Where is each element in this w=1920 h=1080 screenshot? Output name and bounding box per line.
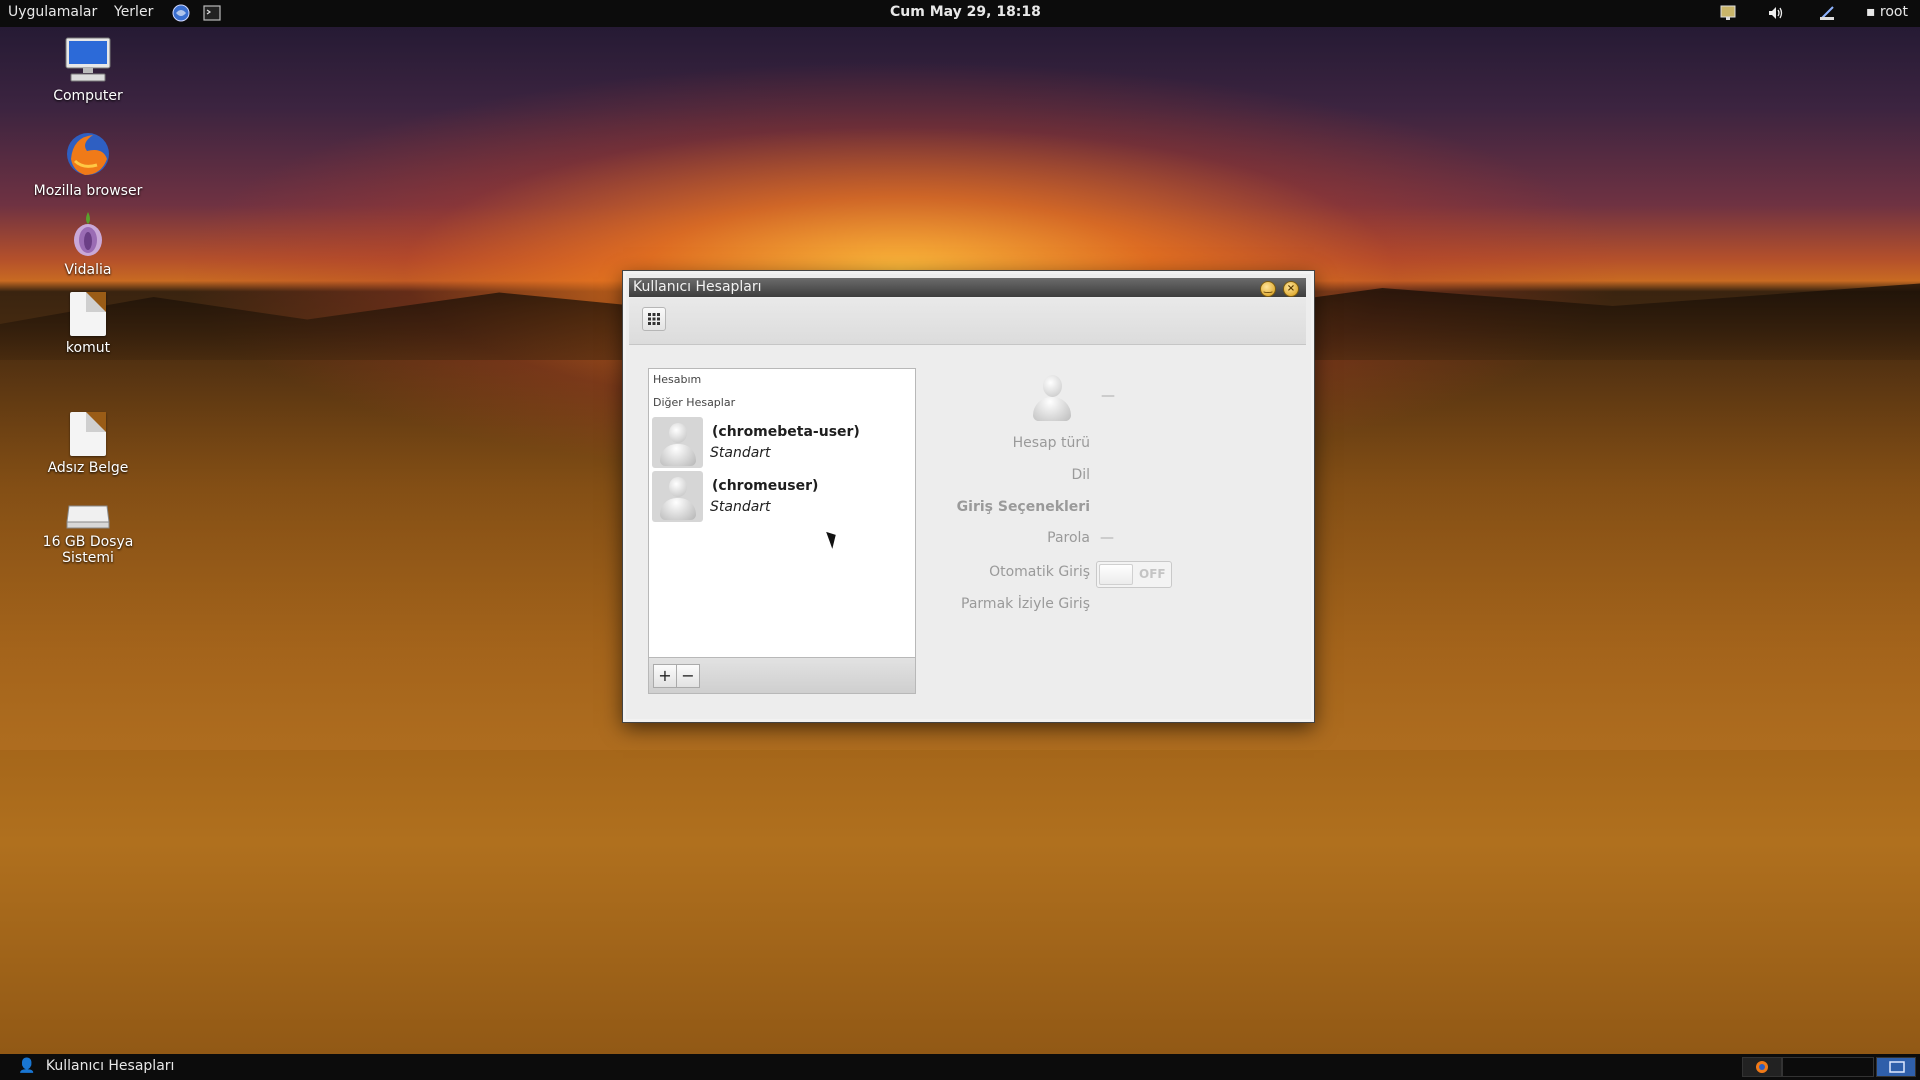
desktop-icon-mozilla[interactable]: Mozilla browser — [18, 129, 158, 199]
desktop-icon-vidalia[interactable]: Vidalia — [18, 208, 158, 278]
desktop-icon-komut[interactable]: komut — [18, 292, 158, 356]
workspace-1[interactable] — [1742, 1057, 1782, 1077]
switch-knob — [1099, 564, 1133, 585]
taskbar-item-user-accounts[interactable]: 👤 Kullanıcı Hesapları — [18, 1058, 174, 1074]
account-item-chromebeta-user[interactable]: (chromebeta-user) Standart — [652, 417, 914, 469]
desktop-icon-label: Vidalia — [64, 262, 112, 278]
taskbar-item-label: Kullanıcı Hesapları — [45, 1058, 175, 1074]
drive-icon — [66, 505, 110, 529]
volume-icon[interactable] — [1767, 4, 1785, 22]
close-button[interactable]: × — [1283, 281, 1299, 297]
account-type-label: Hesap türü — [1012, 435, 1090, 451]
app-grid-button[interactable] — [642, 307, 666, 331]
minimize-icon: ‿ — [1263, 283, 1273, 294]
firefox-icon — [67, 133, 109, 175]
computer-icon — [65, 37, 111, 82]
window-icon — [1889, 1061, 1905, 1073]
user-full-name[interactable]: — — [1101, 388, 1115, 404]
avatar — [652, 417, 703, 468]
password-value[interactable]: — — [1100, 530, 1114, 546]
workspace-2[interactable] — [1782, 1057, 1874, 1077]
desktop-icon-label: Adsız Belge — [47, 460, 129, 476]
desktop-icon-filesystem[interactable]: 16 GB Dosya Sistemi — [18, 500, 158, 566]
password-label: Parola — [1047, 530, 1090, 546]
notification-icon[interactable] — [1719, 4, 1737, 22]
add-user-button[interactable]: + — [653, 664, 677, 688]
account-type: Standart — [710, 445, 771, 461]
desktop-icon-adsiz-belge[interactable]: Adsız Belge — [18, 412, 158, 476]
avatar — [652, 471, 703, 522]
user-photo-button[interactable] — [1029, 375, 1075, 425]
applications-menu[interactable]: Uygulamalar — [8, 4, 97, 20]
accounts-list-toolbar: + − — [648, 658, 916, 694]
desktop-icon-label: komut — [65, 340, 111, 356]
account-name: (chromeuser) — [712, 478, 819, 494]
user-menu[interactable]: ▪ root — [1866, 4, 1908, 20]
users-icon: 👤 — [18, 1058, 36, 1074]
other-accounts-header: Diğer Hesaplar — [653, 396, 736, 409]
desktop-icon-computer[interactable]: Computer — [18, 36, 158, 104]
top-panel: Uygulamalar Yerler Cum May 29, 18:18 ▪ r… — [0, 0, 1920, 27]
firefox-icon — [1756, 1061, 1768, 1073]
desktop-icon-label: 16 GB Dosya Sistemi — [42, 534, 134, 566]
onion-icon — [74, 212, 102, 256]
fingerprint-login-label: Parmak İziyle Giriş — [961, 596, 1090, 612]
window-toolbar — [629, 298, 1306, 345]
my-account-header: Hesabım — [653, 373, 702, 386]
desktop-icon-label: Computer — [53, 88, 123, 104]
workspace-3[interactable] — [1876, 1057, 1916, 1077]
close-icon: × — [1286, 283, 1296, 294]
account-type: Standart — [710, 499, 771, 515]
network-icon[interactable] — [1818, 4, 1836, 22]
places-menu[interactable]: Yerler — [114, 4, 153, 20]
accounts-list: Hesabım Diğer Hesaplar (chromebeta-user)… — [648, 368, 916, 658]
account-item-chromeuser[interactable]: (chromeuser) Standart — [652, 471, 914, 523]
clock[interactable]: Cum May 29, 18:18 — [890, 4, 1041, 20]
document-icon — [70, 412, 106, 456]
bottom-panel: 👤 Kullanıcı Hesapları — [0, 1054, 1920, 1080]
auto-login-label: Otomatik Giriş — [989, 564, 1090, 580]
auto-login-switch[interactable]: OFF — [1096, 561, 1172, 588]
chat-icon: ▪ — [1865, 4, 1880, 20]
switch-state: OFF — [1139, 567, 1166, 581]
browser-launcher-icon[interactable] — [172, 4, 190, 22]
document-icon — [70, 292, 106, 336]
remove-user-button[interactable]: − — [676, 664, 700, 688]
window-titlebar[interactable]: Kullanıcı Hesapları ‿ × — [629, 278, 1306, 297]
login-options-label: Giriş Seçenekleri — [956, 499, 1090, 515]
terminal-launcher-icon[interactable] — [203, 4, 221, 22]
window-title: Kullanıcı Hesapları — [633, 279, 762, 295]
minimize-button[interactable]: ‿ — [1260, 281, 1276, 297]
user-name: root — [1879, 4, 1908, 20]
language-label: Dil — [1071, 467, 1090, 483]
desktop-icon-label: Mozilla browser — [33, 183, 143, 199]
account-name: (chromebeta-user) — [712, 424, 860, 440]
user-accounts-window: Kullanıcı Hesapları ‿ × Hesabım Diğer He… — [623, 271, 1314, 722]
grid-icon — [648, 313, 660, 325]
